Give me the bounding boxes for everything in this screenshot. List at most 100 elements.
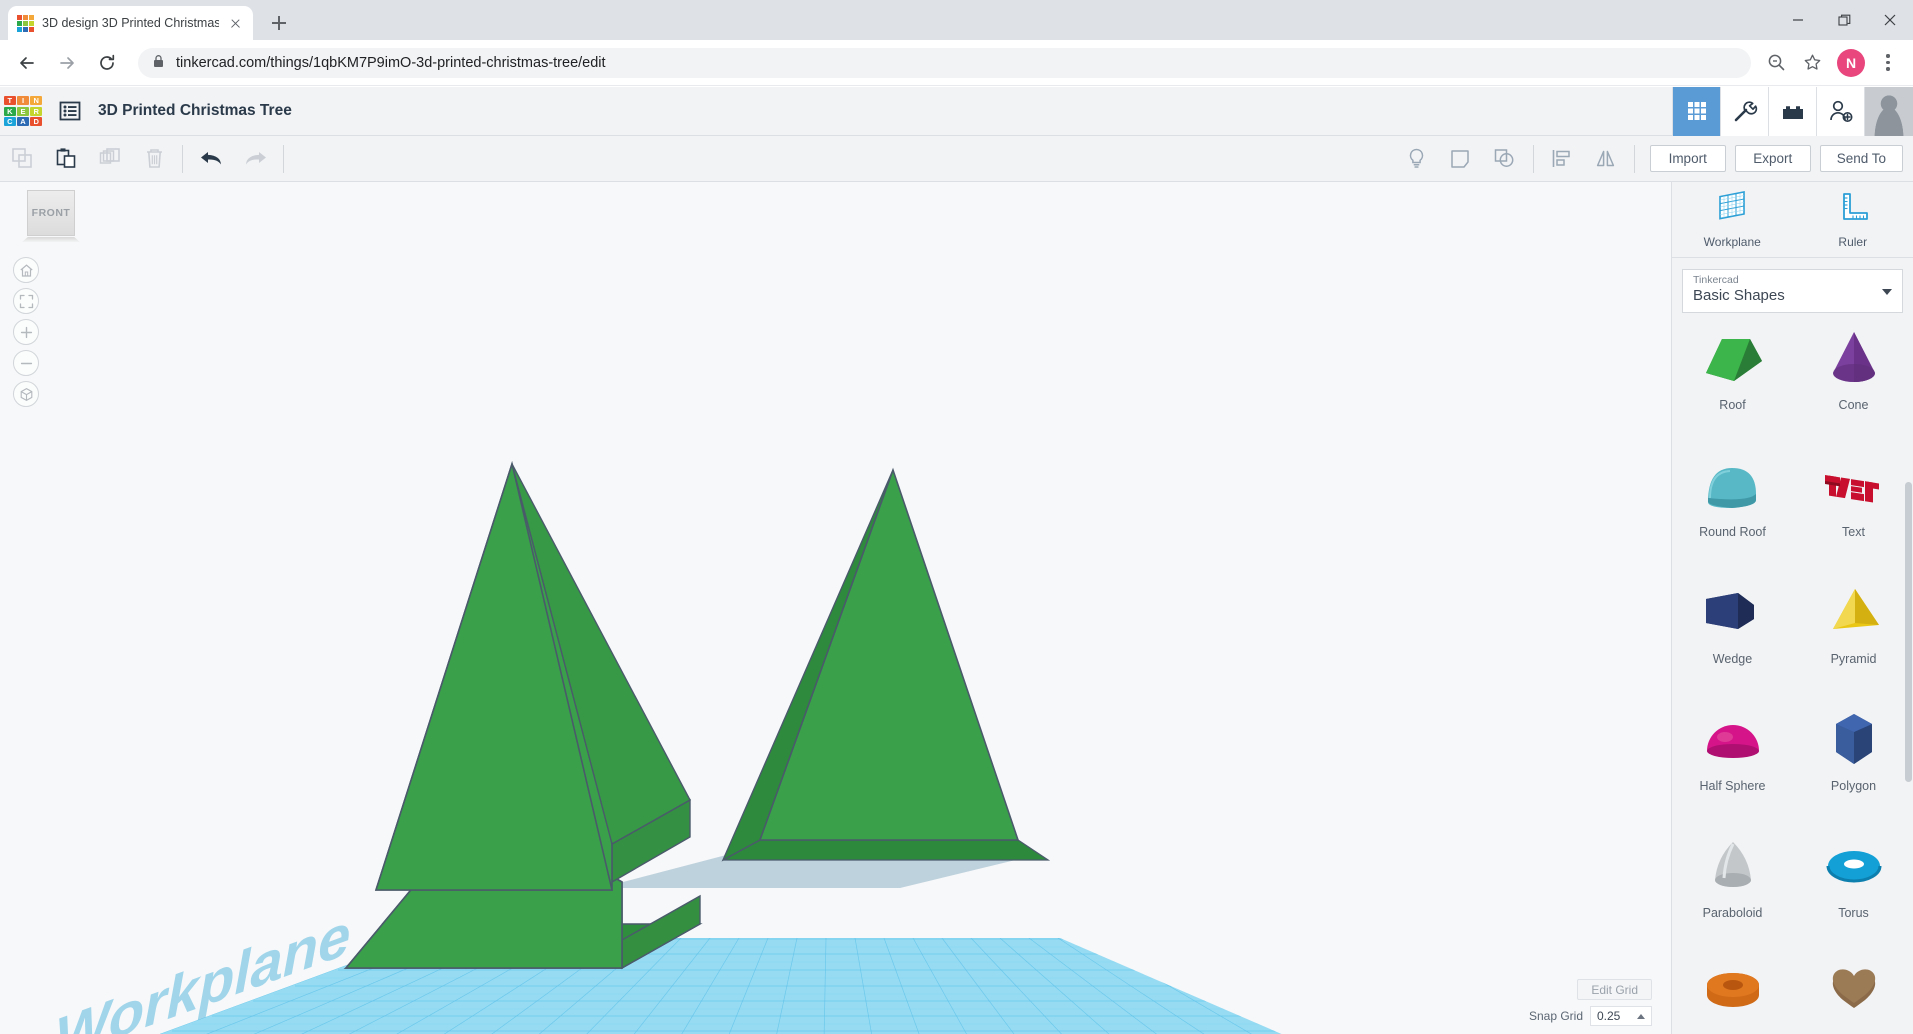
ruler-tool-label: Ruler [1838,235,1868,249]
view-cube[interactable]: FRONT [27,190,75,236]
redo-button[interactable] [233,136,277,182]
pyramid-shape-icon [1817,576,1891,648]
group-shapes-button[interactable] [1483,136,1527,182]
export-button[interactable]: Export [1734,145,1811,172]
shape-row: Half Sphere Polygon [1672,689,1913,816]
hide-button[interactable] [1395,136,1439,182]
workplane-tool-label: Workplane [1703,235,1761,249]
view-cube-base [22,237,80,242]
shape-row: Tube Heart [1672,943,1913,1034]
shape-item-polygon[interactable]: Polygon [1793,689,1913,816]
torus-shape-icon [1817,830,1891,902]
shape-label: Roof [1719,398,1746,412]
wedge-shape-icon [1696,576,1770,648]
browser-tab[interactable]: 3D design 3D Printed Christmas T [8,6,253,40]
shape-item-cone[interactable]: Cone [1793,308,1913,435]
shape-label: Polygon [1830,779,1877,793]
site-secure-lock-icon [152,54,165,72]
shape-item-text[interactable]: Text [1793,435,1913,562]
workplane-scene: Workplane [0,461,1355,1034]
address-bar[interactable]: tinkercad.com/things/1qbKM7P9imO-3d-prin… [138,47,1751,78]
bookmark-star-icon[interactable] [1795,46,1829,80]
gallery-grid-button[interactable] [1672,86,1720,136]
zoom-in-button[interactable] [13,319,39,345]
shape-panel-scrollbar[interactable] [1905,482,1912,782]
fit-to-view-button[interactable] [13,288,39,314]
design-list-icon[interactable] [58,99,82,123]
invite-people-button[interactable] [1816,86,1864,136]
polygon-shape-icon [1817,703,1891,775]
shape-item-round-roof[interactable]: Round Roof [1672,435,1793,562]
toolbar-divider-2 [283,144,284,173]
window-controls [1775,0,1913,40]
mirror-button[interactable] [1584,136,1628,182]
shape-item-tube[interactable]: Tube [1672,943,1793,1034]
zoom-out-icon[interactable] [1759,46,1793,80]
toolbar-divider-4 [1633,144,1635,173]
3d-viewport[interactable]: Workplane FRONT Edit Grid Snap Grid 0.25 [0,182,1671,1034]
shape-item-pyramid[interactable]: Pyramid [1793,562,1913,689]
shape-item-half-sphere[interactable]: Half Sphere [1672,689,1793,816]
import-button[interactable]: Import [1649,145,1726,172]
text-shape-icon [1817,449,1891,521]
shape-item-torus[interactable]: Torus [1793,816,1913,943]
edit-grid-button[interactable]: Edit Grid [1577,979,1652,1000]
shape-label: Round Roof [1699,525,1766,539]
shape-label: Text [1842,525,1865,539]
shape-label: Torus [1838,906,1869,920]
note-button[interactable] [1439,136,1483,182]
workplane-tool[interactable]: Workplane [1672,182,1793,257]
perspective-toggle-button[interactable] [13,381,39,407]
shape-item-roof[interactable]: Roof [1672,308,1793,435]
zoom-out-button[interactable] [13,350,39,376]
browser-menu-button[interactable] [1873,46,1903,80]
shape-item-heart[interactable]: Heart [1793,943,1913,1034]
roof-shape-icon [1696,322,1770,394]
omnibox-actions: N [1759,46,1903,80]
editor-toolbar: Import Export Send To [0,136,1913,182]
browser-profile-avatar[interactable]: N [1837,48,1865,77]
tree-upper-tier [374,461,691,891]
shape-label: Wedge [1712,652,1753,666]
send-to-button[interactable]: Send To [1819,145,1903,172]
floating-pyramid [721,467,1051,862]
tinker-button[interactable] [1720,86,1768,136]
forward-arrow-icon[interactable] [50,46,84,80]
home-view-button[interactable] [13,257,39,283]
back-arrow-icon[interactable] [10,46,44,80]
shape-library-grid: Roof Cone Round Roof Text Wedge Pyramid … [1672,304,1913,1034]
address-bar-url: tinkercad.com/things/1qbKM7P9imO-3d-prin… [176,54,606,71]
shape-row: Wedge Pyramid [1672,562,1913,689]
panel-tools: Workplane Ruler [1672,182,1913,258]
browser-tab-strip: 3D design 3D Printed Christmas T [0,0,1913,40]
toolbar-divider-3 [1532,144,1534,173]
half-sphere-shape-icon [1696,703,1770,775]
library-name-label: Basic Shapes [1693,287,1785,304]
close-window-button[interactable] [1867,0,1913,40]
paste-button[interactable] [44,136,88,182]
snap-grid-select[interactable]: 0.25 [1590,1006,1652,1026]
browser-tab-title: 3D design 3D Printed Christmas T [42,16,219,30]
ruler-icon [1836,190,1870,229]
user-avatar[interactable] [1864,86,1913,136]
blocks-button[interactable] [1768,86,1816,136]
undo-button[interactable] [189,136,233,182]
workplane-grid: Workplane [0,854,1355,1034]
shape-item-paraboloid[interactable]: Paraboloid [1672,816,1793,943]
new-tab-button[interactable] [265,9,293,37]
close-tab-icon[interactable] [227,15,244,32]
align-button[interactable] [1540,136,1584,182]
minimize-window-button[interactable] [1775,0,1821,40]
round-roof-shape-icon [1696,449,1770,521]
edit-actions-group [0,136,290,181]
delete-button[interactable] [132,136,176,182]
duplicate-button[interactable] [88,136,132,182]
reload-arrow-icon[interactable] [90,46,124,80]
toolbar-divider [182,144,183,173]
tinkercad-logo-icon[interactable]: TIN KER CAD [4,96,42,126]
ruler-tool[interactable]: Ruler [1793,182,1913,257]
maximize-window-button[interactable] [1821,0,1867,40]
shape-item-wedge[interactable]: Wedge [1672,562,1793,689]
shape-row: Roof Cone [1672,308,1913,435]
copy-button[interactable] [0,136,44,182]
